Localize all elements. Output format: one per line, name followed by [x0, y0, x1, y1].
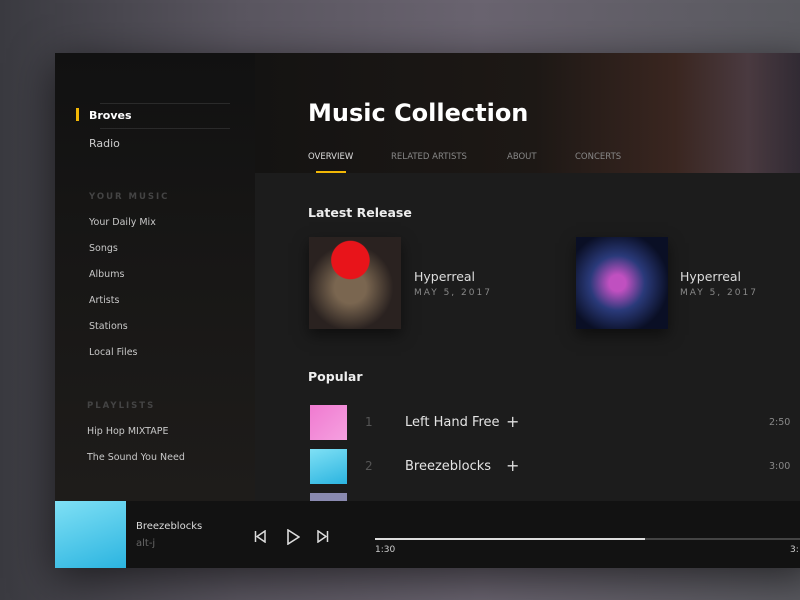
- album-name[interactable]: Hyperreal: [414, 269, 475, 284]
- page-title: Music Collection: [308, 99, 529, 127]
- next-icon[interactable]: [317, 530, 329, 543]
- sidebar-item-songs[interactable]: Songs: [89, 243, 118, 254]
- album-date: MAY 5, 2017: [414, 288, 492, 298]
- album-cover[interactable]: [309, 237, 401, 329]
- active-tab-indicator: [316, 171, 346, 173]
- sidebar-item-daily-mix[interactable]: Your Daily Mix: [89, 217, 156, 228]
- sidebar: Broves Radio YOUR MUSIC Your Daily Mix S…: [55, 53, 255, 501]
- album-name[interactable]: Hyperreal: [680, 269, 741, 284]
- sidebar-item-albums[interactable]: Albums: [89, 269, 124, 280]
- track-thumbnail: [310, 493, 347, 501]
- player-bar: Breezeblocks alt-j 1:30 3:: [55, 501, 800, 568]
- your-music-heading: YOUR MUSIC: [89, 192, 170, 202]
- divider: [100, 128, 230, 129]
- tab-related-artists[interactable]: RELATED ARTISTS: [391, 152, 467, 162]
- play-icon[interactable]: [286, 529, 300, 545]
- track-duration: 3:00: [769, 461, 791, 472]
- sidebar-item-stations[interactable]: Stations: [89, 321, 128, 332]
- add-icon[interactable]: +: [506, 456, 519, 475]
- add-icon[interactable]: +: [506, 412, 519, 431]
- total-time: 3:: [790, 545, 799, 555]
- track-number: 1: [365, 415, 373, 429]
- track-name[interactable]: Breezeblocks: [405, 459, 491, 474]
- playlist-item[interactable]: Hip Hop MIXTAPE: [87, 426, 168, 437]
- track-name[interactable]: Left Hand Free: [405, 415, 500, 430]
- tab-overview[interactable]: OVERVIEW: [308, 152, 353, 162]
- previous-icon[interactable]: [254, 530, 266, 543]
- elapsed-time: 1:30: [375, 545, 396, 555]
- popular-heading: Popular: [308, 369, 363, 384]
- playlists-heading: PLAYLISTS: [87, 401, 156, 411]
- progress-slider[interactable]: [375, 538, 800, 540]
- progress-fill: [375, 538, 645, 540]
- now-playing-art: [55, 501, 126, 568]
- track-duration: 2:50: [769, 417, 791, 428]
- sidebar-item-artists[interactable]: Artists: [89, 295, 119, 306]
- active-indicator: [76, 108, 79, 121]
- track-thumbnail: [310, 405, 347, 440]
- tab-about[interactable]: ABOUT: [507, 152, 537, 162]
- playlist-item[interactable]: The Sound You Need: [87, 452, 185, 463]
- latest-release-heading: Latest Release: [308, 205, 412, 220]
- track-number: 2: [365, 459, 373, 473]
- sidebar-item-broves[interactable]: Broves: [89, 109, 132, 122]
- now-playing-title: Breezeblocks: [136, 521, 203, 532]
- album-cover[interactable]: [576, 237, 668, 329]
- track-thumbnail: [310, 449, 347, 484]
- now-playing-artist[interactable]: alt-j: [136, 538, 155, 549]
- tab-concerts[interactable]: CONCERTS: [575, 152, 621, 162]
- app-window: Broves Radio YOUR MUSIC Your Daily Mix S…: [55, 53, 800, 568]
- album-date: MAY 5, 2017: [680, 288, 758, 298]
- sidebar-item-local-files[interactable]: Local Files: [89, 347, 138, 358]
- sidebar-item-radio[interactable]: Radio: [89, 137, 120, 150]
- divider: [100, 103, 230, 104]
